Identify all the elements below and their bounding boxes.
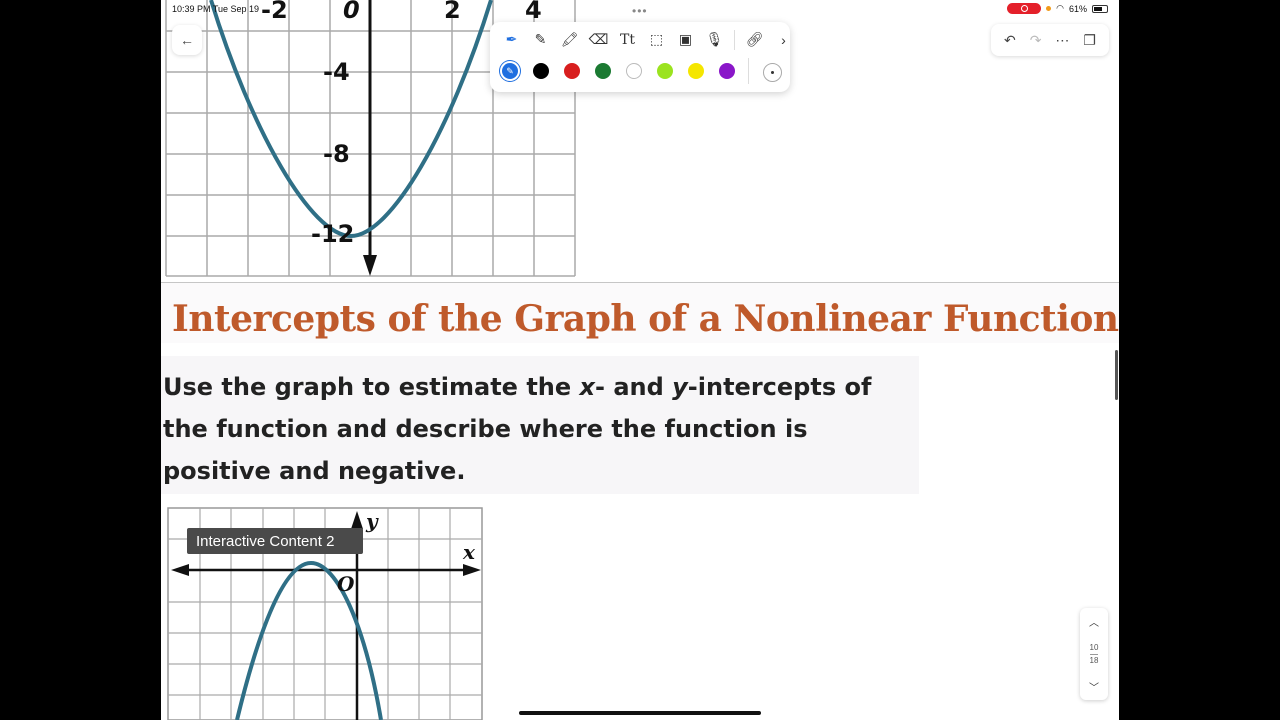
image-icon[interactable]: ▣ (674, 28, 697, 51)
tick-label-neg12: -12 (311, 220, 354, 248)
status-right-icons: ◠ 61% (1007, 3, 1108, 14)
highlighter-icon[interactable]: 🖍︎ (558, 28, 581, 51)
battery-percent: 61% (1068, 3, 1087, 14)
mic-icon[interactable]: 🎙︎ (703, 28, 726, 51)
scrollbar[interactable] (1115, 350, 1118, 400)
color-black-swatch[interactable] (533, 63, 549, 79)
color-blue-swatch[interactable]: ✎ (502, 63, 518, 79)
pen-icon[interactable]: ✒ (500, 28, 523, 51)
status-time-date: 10:39 PM Tue Sep 19 (172, 4, 260, 14)
page-numbers: 10 18 (1090, 643, 1099, 666)
toolbar-divider (734, 29, 735, 50)
total-pages: 18 (1089, 655, 1099, 665)
battery-icon (1092, 4, 1108, 13)
color-lime-swatch[interactable] (657, 63, 673, 79)
multitasking-dots-icon[interactable]: ••• (632, 4, 648, 18)
tick-label-origin: 0 (343, 0, 360, 24)
question-part2: - and (595, 373, 673, 401)
origin-label: O (337, 572, 355, 596)
top-right-controls: ↶ ↷ ⋯ ❐ (991, 24, 1109, 56)
pencil-icon[interactable]: ✎ (529, 28, 552, 51)
color-purple-swatch[interactable] (719, 63, 735, 79)
chevron-down-icon[interactable]: ﹀ (1089, 679, 1099, 694)
interactive-content-tooltip[interactable]: Interactive Content 2 (187, 528, 363, 554)
color-white-swatch[interactable] (626, 63, 642, 79)
stroke-size-button[interactable] (763, 63, 782, 82)
current-page: 10 (1089, 642, 1099, 652)
arrow-left-icon: ← (180, 32, 194, 48)
page-separator (1090, 653, 1098, 655)
axis-label-y: y (365, 509, 379, 533)
screen-record-icon (1007, 3, 1042, 14)
link-icon[interactable]: 🔗︎ (743, 28, 766, 51)
color-yellow-swatch[interactable] (688, 63, 704, 79)
tick-label-neg4: -4 (323, 58, 350, 86)
section-heading: Intercepts of the Graph of a Nonlinear F… (172, 298, 1119, 340)
text-icon[interactable]: Tt (616, 28, 639, 51)
axis-label-x: x (462, 540, 476, 564)
question-y: y (672, 373, 688, 401)
redo-icon[interactable]: ↷ (1030, 32, 1042, 49)
wifi-icon: ◠ (1056, 3, 1064, 13)
back-button[interactable]: ← (172, 25, 202, 55)
more-options-icon[interactable]: ⋯ (1055, 32, 1069, 49)
tick-label-2: 2 (444, 0, 461, 24)
chevron-right-icon[interactable]: › (772, 28, 795, 51)
color-divider (748, 58, 749, 84)
annotation-toolbar: ✒ ✎ 🖍︎ ⌫ Tt ⬚ ▣ 🎙︎ 🔗︎ › ✎ (490, 22, 790, 92)
tick-label-neg2: -2 (261, 0, 288, 24)
tick-label-4: 4 (525, 0, 542, 24)
page-indicator: ︿ 10 18 ﹀ (1080, 608, 1108, 700)
eraser-icon[interactable]: ⌫ (587, 28, 610, 51)
home-indicator[interactable] (519, 711, 761, 715)
pages-icon[interactable]: ❐ (1083, 32, 1096, 49)
mic-indicator-icon (1046, 6, 1052, 11)
question-x: x (579, 373, 595, 401)
lasso-icon[interactable]: ⬚ (645, 28, 668, 51)
undo-icon[interactable]: ↶ (1004, 32, 1016, 49)
question-part1: Use the graph to estimate the (163, 373, 580, 401)
question-text: Use the graph to estimate the x- and y-i… (163, 366, 923, 492)
color-red-swatch[interactable] (564, 63, 580, 79)
color-green-swatch[interactable] (595, 63, 611, 79)
tick-label-neg8: -8 (323, 140, 350, 168)
chevron-up-icon[interactable]: ︿ (1089, 614, 1099, 629)
